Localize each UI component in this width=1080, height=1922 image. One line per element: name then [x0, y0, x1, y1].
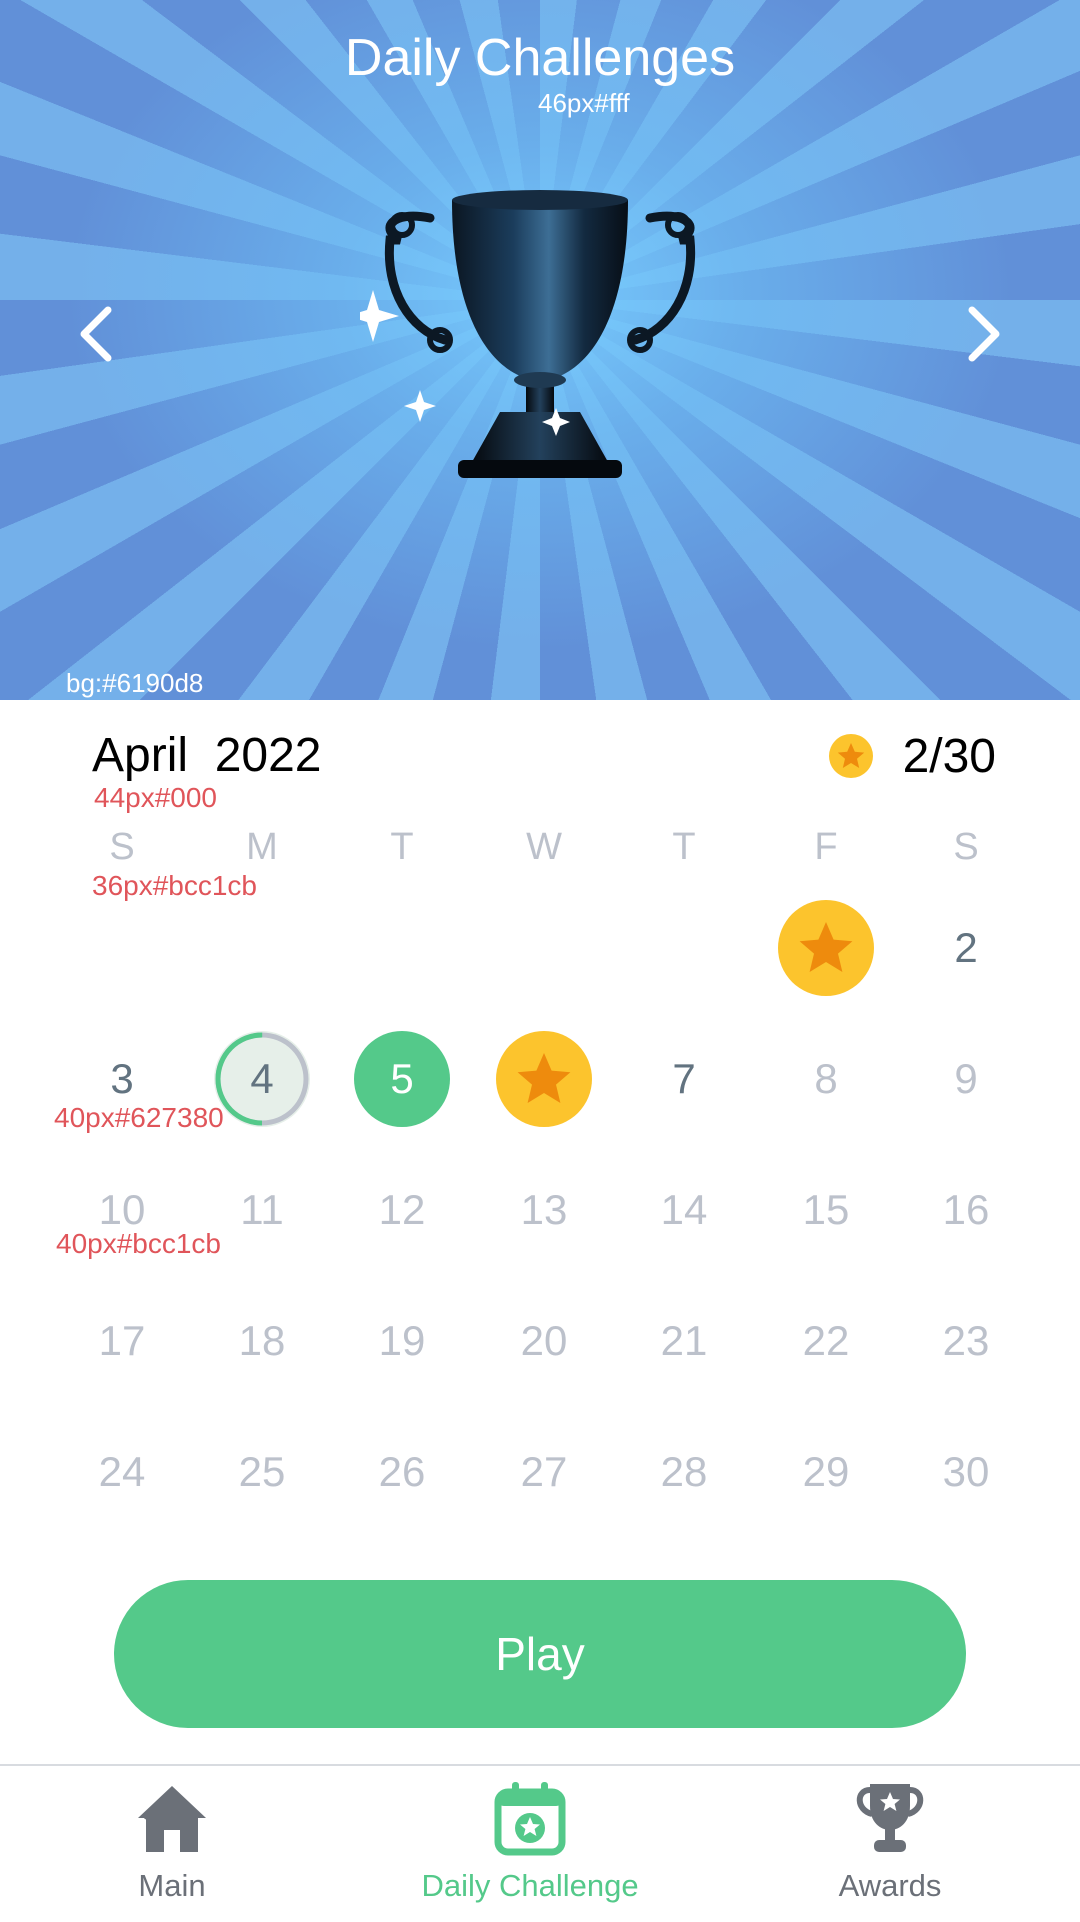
day-number: 27: [520, 1448, 568, 1495]
day-number: 13: [520, 1186, 568, 1233]
day-number: 17: [98, 1317, 146, 1364]
day-number: 18: [238, 1317, 286, 1364]
month-year: 2022: [214, 729, 322, 782]
calendar-star-icon: [494, 1782, 566, 1856]
title-spec-note: 46px#fff: [538, 88, 630, 118]
chevron-left-icon: [80, 306, 112, 362]
calendar-day-25[interactable]: 25: [214, 1424, 310, 1520]
calendar-day-23[interactable]: 23: [918, 1293, 1014, 1389]
calendar-day-19[interactable]: 19: [354, 1293, 450, 1389]
progress-count: 2/30: [902, 729, 996, 783]
nav-label-daily-challenge: Daily Challenge: [421, 1868, 639, 1903]
weekday-label: F: [814, 826, 838, 868]
calendar-day-16[interactable]: 16: [918, 1162, 1014, 1258]
star-icon: [517, 1053, 571, 1103]
day-number: 9: [954, 1055, 978, 1102]
calendar-day-15[interactable]: 15: [778, 1162, 874, 1258]
day-number: 7: [672, 1055, 696, 1102]
calendar-day-18[interactable]: 18: [214, 1293, 310, 1389]
page-title: Daily Challenges: [344, 29, 736, 87]
chevron-right-icon: [968, 306, 1000, 362]
future-day-spec-note: 40px#bcc1cb: [56, 1228, 222, 1259]
calendar-day-26[interactable]: 26: [354, 1424, 450, 1520]
calendar-day-20[interactable]: 20: [496, 1293, 592, 1389]
weekday-label: S: [953, 826, 979, 868]
weekday-spec-note: 36px#bcc1cb: [92, 870, 258, 901]
day-number: 3: [110, 1055, 134, 1102]
home-icon: [138, 1786, 206, 1852]
calendar-day-22[interactable]: 22: [778, 1293, 874, 1389]
calendar-day-13[interactable]: 13: [496, 1162, 592, 1258]
month-year-label: April 2022: [92, 728, 321, 783]
calendar-day-8[interactable]: 8: [778, 1031, 874, 1127]
calendar-day-29[interactable]: 29: [778, 1424, 874, 1520]
prev-month-button[interactable]: [70, 302, 126, 366]
past-day-spec-note: 40px#627380: [54, 1102, 224, 1133]
calendar-day-24[interactable]: 24: [74, 1424, 170, 1520]
calendar-day-7[interactable]: 7: [636, 1031, 732, 1127]
day-number: 26: [378, 1448, 426, 1495]
calendar-day-12[interactable]: 12: [354, 1162, 450, 1258]
day-number: 23: [942, 1317, 990, 1364]
day-number: 25: [238, 1448, 286, 1495]
day-number: 29: [802, 1448, 850, 1495]
calendar-day-30[interactable]: 30: [918, 1424, 1014, 1520]
calendar-day-11[interactable]: 11: [214, 1162, 310, 1258]
day-number: 16: [942, 1186, 990, 1233]
calendar-day-6[interactable]: [496, 1031, 592, 1127]
nav-item-daily-challenge[interactable]: Daily Challenge: [380, 1766, 680, 1922]
day-number: 4: [250, 1055, 274, 1102]
day-number: 11: [240, 1186, 284, 1233]
day-number: 21: [660, 1317, 708, 1364]
calendar-day-28[interactable]: 28: [636, 1424, 732, 1520]
trophy-icon: [360, 190, 696, 478]
calendar-day-17[interactable]: 17: [74, 1293, 170, 1389]
trophy-image: [360, 180, 720, 510]
day-number: 20: [520, 1317, 568, 1364]
day-number: 24: [98, 1448, 146, 1495]
month-spec-note: 44px#000: [94, 782, 218, 813]
day-number: 19: [378, 1317, 426, 1364]
day-number: 30: [942, 1448, 990, 1495]
day-number: 14: [660, 1186, 708, 1233]
day-number: 22: [802, 1317, 850, 1364]
calendar-day-5[interactable]: 5: [354, 1031, 450, 1127]
calendar-day-4[interactable]: 4: [214, 1031, 310, 1127]
day-number: 5: [390, 1055, 414, 1102]
play-button[interactable]: Play: [114, 1580, 966, 1728]
day-number: 8: [814, 1055, 838, 1102]
day-number: 10: [98, 1186, 146, 1233]
nav-item-awards[interactable]: Awards: [740, 1766, 1040, 1922]
weekday-label: S: [109, 826, 135, 868]
day-number: 12: [378, 1186, 426, 1233]
hero-banner: Daily Challenges 46px#fff bg:#6190d8: [0, 0, 1080, 700]
day-number: 2: [954, 924, 978, 971]
month-name: April: [92, 729, 189, 782]
day-number: 15: [802, 1186, 850, 1233]
nav-label-main: Main: [138, 1868, 206, 1903]
day-number: 28: [660, 1448, 708, 1495]
challenge-progress: 2/30: [827, 726, 996, 786]
bg-spec-note: bg:#6190d8: [66, 668, 204, 698]
trophy-icon: [856, 1784, 924, 1852]
next-month-button[interactable]: [954, 302, 1010, 366]
weekday-label: T: [672, 826, 696, 868]
weekday-label: W: [526, 826, 562, 868]
calendar-day-14[interactable]: 14: [636, 1162, 732, 1258]
star-icon: [799, 922, 853, 972]
weekday-label: T: [390, 826, 414, 868]
calendar-day-27[interactable]: 27: [496, 1424, 592, 1520]
calendar-day-1[interactable]: [778, 900, 874, 996]
nav-item-main[interactable]: Main: [22, 1766, 322, 1922]
nav-label-awards: Awards: [838, 1868, 942, 1903]
calendar-day-21[interactable]: 21: [636, 1293, 732, 1389]
weekday-label: M: [246, 826, 278, 868]
calendar-day-2[interactable]: 2: [918, 900, 1014, 996]
bottom-nav: Main Daily Challenge Awards: [0, 1764, 1080, 1922]
star-coin-icon: [828, 734, 873, 778]
calendar-day-9[interactable]: 9: [918, 1031, 1014, 1127]
